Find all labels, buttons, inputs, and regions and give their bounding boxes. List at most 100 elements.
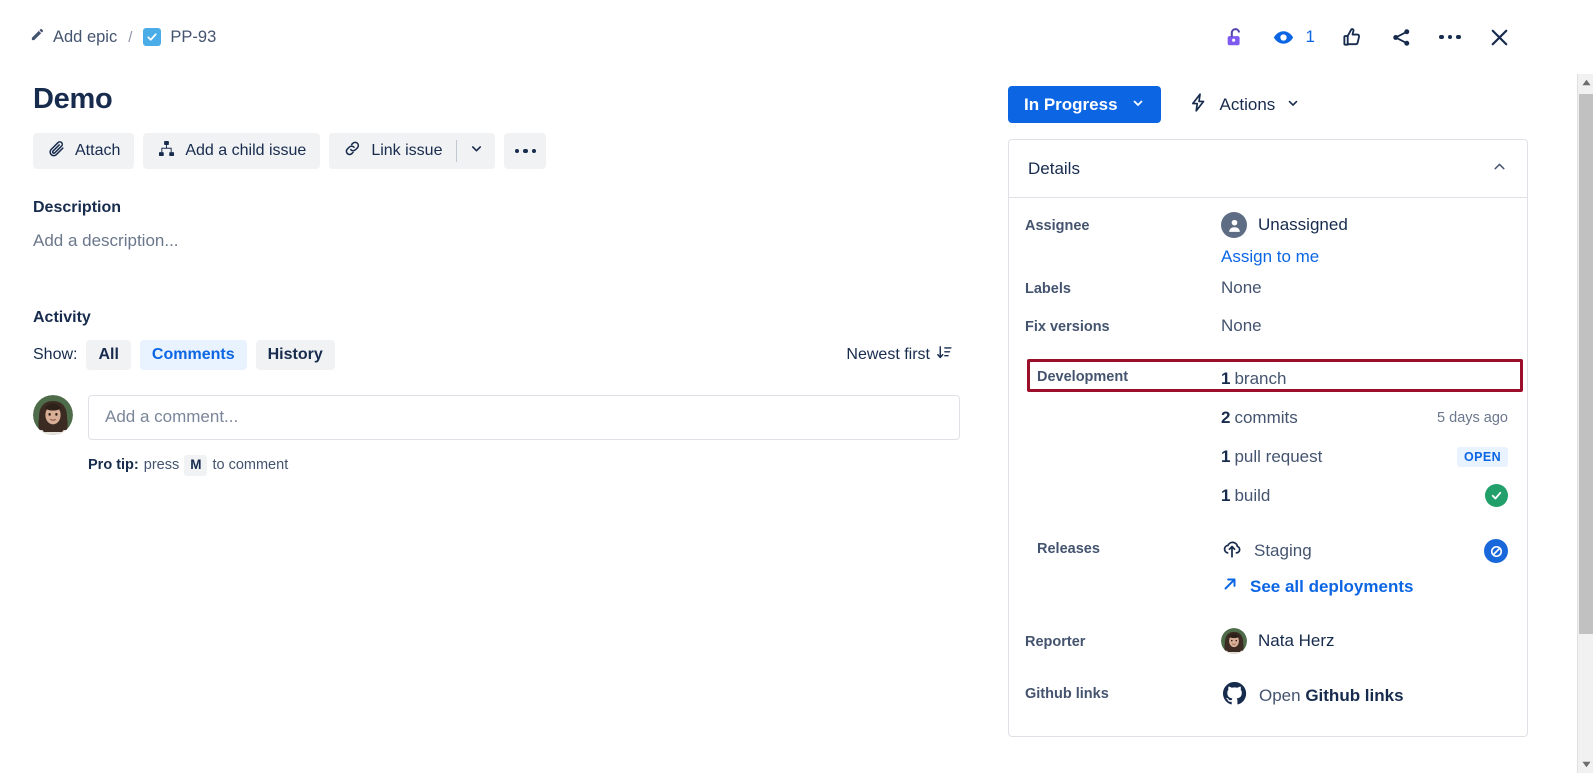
page-title: Demo — [33, 82, 960, 117]
tab-all[interactable]: All — [86, 340, 130, 370]
breadcrumb: Add epic / PP-93 — [30, 27, 216, 47]
scroll-down-arrow-icon[interactable] — [1578, 756, 1593, 773]
dev-pr-count: 1 — [1221, 447, 1230, 466]
github-links-row[interactable]: Open Github links — [1221, 680, 1508, 712]
tab-history[interactable]: History — [256, 340, 335, 370]
arrow-up-right-icon — [1221, 575, 1239, 598]
task-check-icon — [143, 28, 161, 46]
unlock-icon[interactable] — [1215, 17, 1255, 57]
chevron-up-icon[interactable] — [1491, 158, 1508, 180]
field-label-github-links: Github links — [1025, 680, 1221, 702]
actions-label: Actions — [1220, 95, 1276, 115]
dev-pr-noun: pull request — [1234, 447, 1322, 466]
link-issue-label: Link issue — [371, 142, 442, 160]
more-ellipsis-icon — [515, 149, 537, 154]
pro-tip-key: M — [184, 455, 207, 476]
dev-build-count: 1 — [1221, 486, 1230, 505]
dev-row-pull-request[interactable]: 1pull request OPEN — [1221, 437, 1508, 476]
dev-branch-text: 1branch — [1221, 369, 1286, 389]
field-value-labels[interactable]: None — [1221, 275, 1508, 298]
field-development: Development 1branch 2commits — [1025, 359, 1508, 515]
reporter-person[interactable]: Nata Herz — [1221, 628, 1508, 654]
see-all-deployments-link[interactable]: See all deployments — [1221, 575, 1508, 598]
status-action-row: In Progress Actions — [1008, 86, 1528, 123]
status-dropdown-button[interactable]: In Progress — [1008, 86, 1161, 123]
dev-row-build[interactable]: 1build — [1221, 476, 1508, 515]
sort-order-button[interactable]: Newest first — [839, 339, 960, 371]
see-all-deployments-label: See all deployments — [1250, 577, 1413, 597]
details-panel: Details Assignee — [1008, 139, 1528, 737]
issue-sidebar: In Progress Actions — [1008, 86, 1528, 737]
field-labels: Labels None — [1025, 275, 1508, 305]
paperclip-icon — [47, 139, 66, 163]
pencil-icon — [30, 27, 45, 47]
activity-show-label: Show: — [33, 346, 77, 364]
activity-heading: Activity — [33, 309, 960, 327]
field-reporter: Reporter — [1025, 628, 1508, 658]
field-github-links: Github links Open Github links — [1025, 680, 1508, 712]
pro-tip-hint: Pro tip: press M to comment — [88, 455, 960, 476]
breadcrumb-issue-key[interactable]: PP-93 — [143, 28, 216, 47]
details-panel-header[interactable]: Details — [1009, 140, 1527, 198]
chevron-down-icon — [1286, 95, 1300, 115]
field-fix-versions: Fix versions None — [1025, 313, 1508, 343]
watch-button[interactable]: 1 — [1264, 17, 1323, 57]
thumbs-up-icon[interactable] — [1332, 17, 1372, 57]
share-icon[interactable] — [1381, 17, 1421, 57]
comment-input[interactable]: Add a comment... — [88, 395, 960, 440]
field-value-releases: Staging — [1221, 533, 1508, 598]
issue-top-bar: Add epic / PP-93 — [0, 0, 1545, 74]
field-assignee: Assignee Unassigned Assign to me — [1025, 212, 1508, 267]
dev-row-branch[interactable]: 1branch — [1221, 359, 1508, 398]
field-label-fix-versions: Fix versions — [1025, 313, 1221, 335]
link-issue-button[interactable]: Link issue — [329, 133, 456, 169]
field-value-reporter: Nata Herz — [1221, 628, 1508, 654]
field-value-fix-versions[interactable]: None — [1221, 313, 1508, 336]
dev-commits-text: 2commits — [1221, 408, 1298, 428]
field-label-labels: Labels — [1025, 275, 1221, 297]
breadcrumb-add-epic[interactable]: Add epic — [30, 27, 117, 47]
github-links-text: Open Github links — [1259, 686, 1404, 706]
assignee-person[interactable]: Unassigned — [1221, 212, 1508, 238]
watch-count: 1 — [1306, 27, 1315, 47]
release-env-name: Staging — [1254, 541, 1312, 561]
ellipsis-dots — [1439, 35, 1461, 40]
more-ellipsis-icon[interactable] — [1430, 17, 1470, 57]
scroll-up-arrow-icon[interactable] — [1578, 74, 1593, 91]
close-x-icon[interactable] — [1479, 17, 1519, 57]
user-avatar-photo — [33, 395, 73, 435]
description-input[interactable]: Add a description... — [33, 231, 960, 251]
issue-more-actions-button[interactable] — [504, 133, 546, 169]
github-open-prefix: Open — [1259, 686, 1301, 705]
dev-row-commits[interactable]: 2commits 5 days ago — [1221, 398, 1508, 437]
release-row-staging[interactable]: Staging — [1221, 533, 1508, 569]
browser-scrollbar[interactable] — [1577, 74, 1593, 773]
add-child-issue-button[interactable]: Add a child issue — [143, 133, 320, 169]
status-label: In Progress — [1024, 95, 1118, 115]
dev-branch-noun: branch — [1234, 369, 1286, 388]
hierarchy-icon — [157, 139, 176, 163]
field-value-development: 1branch 2commits 5 days ago — [1221, 359, 1508, 515]
dev-build-noun: build — [1234, 486, 1270, 505]
field-label-development: Development — [1037, 359, 1221, 385]
add-child-issue-label: Add a child issue — [185, 142, 306, 160]
jira-issue-view: Add epic / PP-93 — [0, 0, 1593, 773]
activity-filter-bar: Show: All Comments History Newest first — [33, 339, 960, 371]
assign-to-me-link[interactable]: Assign to me — [1221, 247, 1508, 267]
issue-action-toolbar: Attach Add a child issue — [33, 133, 960, 169]
field-releases: Releases — [1025, 533, 1508, 598]
tab-comments[interactable]: Comments — [140, 340, 247, 370]
scrollbar-thumb[interactable] — [1579, 94, 1593, 634]
breadcrumb-add-epic-label: Add epic — [53, 28, 117, 47]
eye-icon — [1264, 17, 1304, 57]
details-panel-title: Details — [1028, 159, 1080, 179]
pro-tip-suffix: to comment — [212, 457, 288, 473]
link-issue-dropdown-button[interactable] — [457, 133, 495, 169]
breadcrumb-separator: / — [126, 29, 134, 46]
attach-button[interactable]: Attach — [33, 133, 134, 169]
sort-order-label: Newest first — [846, 346, 930, 364]
cloud-upload-icon — [1221, 538, 1243, 565]
inner-panel-scrollbar[interactable] — [1537, 74, 1545, 773]
actions-dropdown-button[interactable]: Actions — [1179, 86, 1310, 123]
status-badge-open: OPEN — [1457, 447, 1508, 467]
